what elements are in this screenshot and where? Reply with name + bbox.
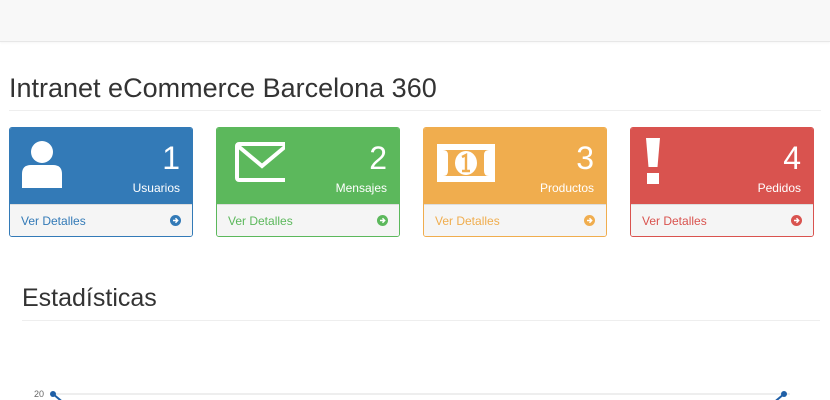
- panel-usuarios-footer[interactable]: Ver Detalles: [10, 204, 192, 236]
- panel-mensajes: 2 Mensajes Ver Detalles: [216, 127, 400, 237]
- panel-mensajes-label: Mensajes: [335, 181, 387, 195]
- panel-usuarios-header: 1 Usuarios: [10, 128, 192, 204]
- arrow-circle-right-icon[interactable]: [170, 215, 181, 226]
- page-title: Intranet eCommerce Barcelona 360: [9, 73, 437, 103]
- panel-productos-count: 3: [576, 140, 594, 176]
- user-icon: [22, 141, 62, 188]
- ver-detalles-usuarios-link[interactable]: Ver Detalles: [21, 214, 86, 228]
- top-navbar: [0, 0, 830, 42]
- data-point[interactable]: [50, 391, 56, 397]
- money-icon: [437, 144, 495, 182]
- section-title-estadisticas: Estadísticas: [22, 284, 157, 312]
- title-divider: [9, 110, 821, 111]
- panel-pedidos-footer[interactable]: Ver Detalles: [631, 204, 813, 236]
- panel-productos-header: 3 Productos: [424, 128, 606, 204]
- panel-mensajes-count: 2: [369, 140, 387, 176]
- panel-productos-label: Productos: [539, 181, 594, 195]
- panel-usuarios: 1 Usuarios Ver Detalles: [9, 127, 193, 237]
- panel-pedidos-label: Pedidos: [757, 181, 801, 195]
- panel-pedidos: 4 Pedidos Ver Detalles: [630, 127, 814, 237]
- ver-detalles-pedidos-link[interactable]: Ver Detalles: [642, 214, 707, 228]
- panel-mensajes-footer[interactable]: Ver Detalles: [217, 204, 399, 236]
- arrow-circle-right-icon[interactable]: [377, 215, 388, 226]
- y-tick-label: 20: [34, 389, 44, 399]
- arrow-circle-right-icon[interactable]: [584, 215, 595, 226]
- ver-detalles-productos-link[interactable]: Ver Detalles: [435, 214, 500, 228]
- panel-productos: 3 Productos Ver Detalles: [423, 127, 607, 237]
- panel-mensajes-header: 2 Mensajes: [217, 128, 399, 204]
- exclamation-icon: [646, 138, 660, 184]
- statistics-line-chart: 20: [34, 389, 790, 400]
- arrow-circle-right-icon[interactable]: [791, 215, 802, 226]
- section-divider: [22, 320, 820, 321]
- panel-usuarios-label: Usuarios: [132, 181, 180, 195]
- panel-productos-footer[interactable]: Ver Detalles: [424, 204, 606, 236]
- panel-usuarios-count: 1: [162, 140, 180, 176]
- data-point[interactable]: [781, 391, 787, 397]
- envelope-icon: [235, 142, 285, 182]
- panel-pedidos-header: 4 Pedidos: [631, 128, 813, 204]
- ver-detalles-mensajes-link[interactable]: Ver Detalles: [228, 214, 293, 228]
- panel-pedidos-count: 4: [783, 140, 801, 176]
